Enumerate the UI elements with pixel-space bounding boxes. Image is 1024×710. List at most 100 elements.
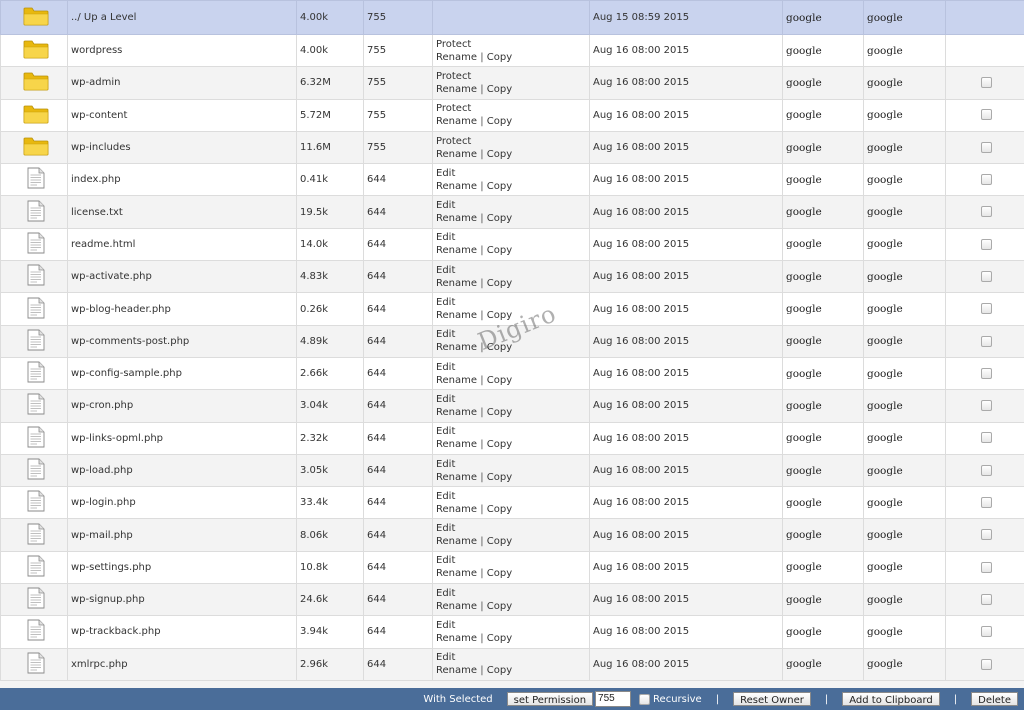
folder-icon[interactable] [23,6,49,29]
icon-cell[interactable] [0,260,68,294]
copy-link[interactable]: Copy [487,633,512,644]
file-permission[interactable]: 644 [363,518,433,552]
file-name[interactable]: wp-blog-header.php [67,292,297,326]
icon-cell[interactable] [0,66,68,100]
file-row[interactable]: wp-activate.php 4.83k 644 Edit Rename | Copy… [0,260,1024,294]
icon-cell[interactable] [0,130,68,165]
file-name[interactable]: wp-signup.php [67,583,297,617]
protect-link[interactable]: Protect [436,103,471,114]
file-row[interactable]: wp-includes 11.6M 755 Protect Rename | Copy A… [0,130,1024,165]
select-checkbox[interactable] [981,141,992,153]
icon-cell[interactable] [0,195,68,229]
file-row[interactable]: wp-settings.php 10.8k 644 Edit Rename | Copy… [0,550,1024,585]
file-permission[interactable]: 644 [363,615,433,649]
folder-icon[interactable] [23,71,49,94]
file-row[interactable]: wp-blog-header.php 0.26k 644 Edit Rename | C… [0,292,1024,326]
file-icon[interactable] [27,329,45,354]
select-checkbox[interactable] [981,206,992,218]
file-row[interactable]: wp-comments-post.php 4.89k 644 Edit Rename |… [0,324,1024,358]
file-permission[interactable]: 644 [363,421,433,455]
copy-link[interactable]: Copy [487,568,512,579]
rename-link[interactable]: Rename [436,472,477,483]
protect-link[interactable]: Protect [436,71,471,82]
file-permission[interactable]: 644 [363,163,433,197]
edit-link[interactable]: Edit [436,459,455,470]
rename-link[interactable]: Rename [436,665,477,676]
up-level-row[interactable]: ../ Up a Level 4.00k 755 Aug 15 08:59 2015 g… [0,0,1024,35]
file-row[interactable]: wp-mail.php 8.06k 644 Edit Rename | Copy Aug … [0,518,1024,552]
select-checkbox[interactable] [981,400,992,412]
file-permission[interactable]: 644 [363,647,433,681]
file-icon[interactable] [27,232,45,257]
select-checkbox[interactable] [981,464,992,476]
copy-link[interactable]: Copy [487,375,512,386]
file-icon[interactable] [27,490,45,515]
edit-link[interactable]: Edit [436,168,455,179]
file-permission[interactable]: 644 [363,389,433,423]
copy-link[interactable]: Copy [487,472,512,483]
file-name[interactable]: index.php [67,163,297,197]
edit-link[interactable]: Edit [436,491,455,502]
copy-link[interactable]: Copy [487,245,512,256]
copy-link[interactable]: Copy [487,342,512,353]
icon-cell[interactable] [0,227,68,262]
rename-link[interactable]: Rename [436,116,477,127]
file-row[interactable]: readme.html 14.0k 644 Edit Rename | Copy Aug … [0,227,1024,262]
icon-cell[interactable] [0,486,68,520]
copy-link[interactable]: Copy [487,149,512,160]
file-permission[interactable]: 755 [363,0,433,35]
file-icon[interactable] [27,458,45,483]
copy-link[interactable]: Copy [487,504,512,515]
file-row[interactable]: xmlrpc.php 2.96k 644 Edit Rename | Copy Aug 1… [0,647,1024,681]
file-name[interactable]: wp-includes [67,130,297,165]
file-row[interactable]: wp-admin 6.32M 755 Protect Rename | Copy Aug … [0,66,1024,100]
copy-link[interactable]: Copy [487,278,512,289]
file-name[interactable]: ../ Up a Level [67,0,297,35]
file-row[interactable]: wp-content 5.72M 755 Protect Rename | Copy Au… [0,98,1024,132]
select-checkbox[interactable] [981,529,992,541]
file-name[interactable]: wp-admin [67,66,297,100]
file-permission[interactable]: 755 [363,98,433,132]
set-permission-button[interactable]: set Permission [506,692,594,706]
file-name[interactable]: wp-activate.php [67,260,297,294]
protect-link[interactable]: Protect [436,39,471,50]
file-name[interactable]: wp-settings.php [67,550,297,585]
edit-link[interactable]: Edit [436,297,455,308]
file-permission[interactable]: 755 [363,130,433,165]
file-icon[interactable] [27,200,45,225]
rename-link[interactable]: Rename [436,310,477,321]
select-checkbox[interactable] [981,497,992,509]
folder-icon[interactable] [23,104,49,127]
file-icon[interactable] [27,264,45,289]
copy-link[interactable]: Copy [487,52,512,63]
file-permission[interactable]: 644 [363,195,433,229]
icon-cell[interactable] [0,356,68,391]
rename-link[interactable]: Rename [436,278,477,289]
select-checkbox[interactable] [981,626,992,638]
icon-cell[interactable] [0,421,68,455]
file-name[interactable]: license.txt [67,195,297,229]
file-permission[interactable]: 644 [363,292,433,326]
edit-link[interactable]: Edit [436,362,455,373]
file-row[interactable]: wp-cron.php 3.04k 644 Edit Rename | Copy Aug … [0,389,1024,423]
file-permission[interactable]: 644 [363,453,433,488]
edit-link[interactable]: Edit [436,329,455,340]
icon-cell[interactable] [0,518,68,552]
rename-link[interactable]: Rename [436,213,477,224]
file-name[interactable]: wp-links-opml.php [67,421,297,455]
select-checkbox[interactable] [981,174,992,186]
file-row[interactable]: wp-signup.php 24.6k 644 Edit Rename | Copy Au… [0,583,1024,617]
file-icon[interactable] [27,426,45,451]
file-row[interactable]: wp-config-sample.php 2.66k 644 Edit Rename |… [0,356,1024,391]
file-permission[interactable]: 644 [363,486,433,520]
file-permission[interactable]: 644 [363,583,433,617]
rename-link[interactable]: Rename [436,342,477,353]
file-row[interactable]: index.php 0.41k 644 Edit Rename | Copy Aug 16… [0,163,1024,197]
file-name[interactable]: wp-cron.php [67,389,297,423]
file-name[interactable]: wp-mail.php [67,518,297,552]
select-checkbox[interactable] [981,109,992,121]
icon-cell[interactable] [0,292,68,326]
icon-cell[interactable] [0,0,68,35]
file-row[interactable]: license.txt 19.5k 644 Edit Rename | Copy Aug … [0,195,1024,229]
copy-link[interactable]: Copy [487,439,512,450]
